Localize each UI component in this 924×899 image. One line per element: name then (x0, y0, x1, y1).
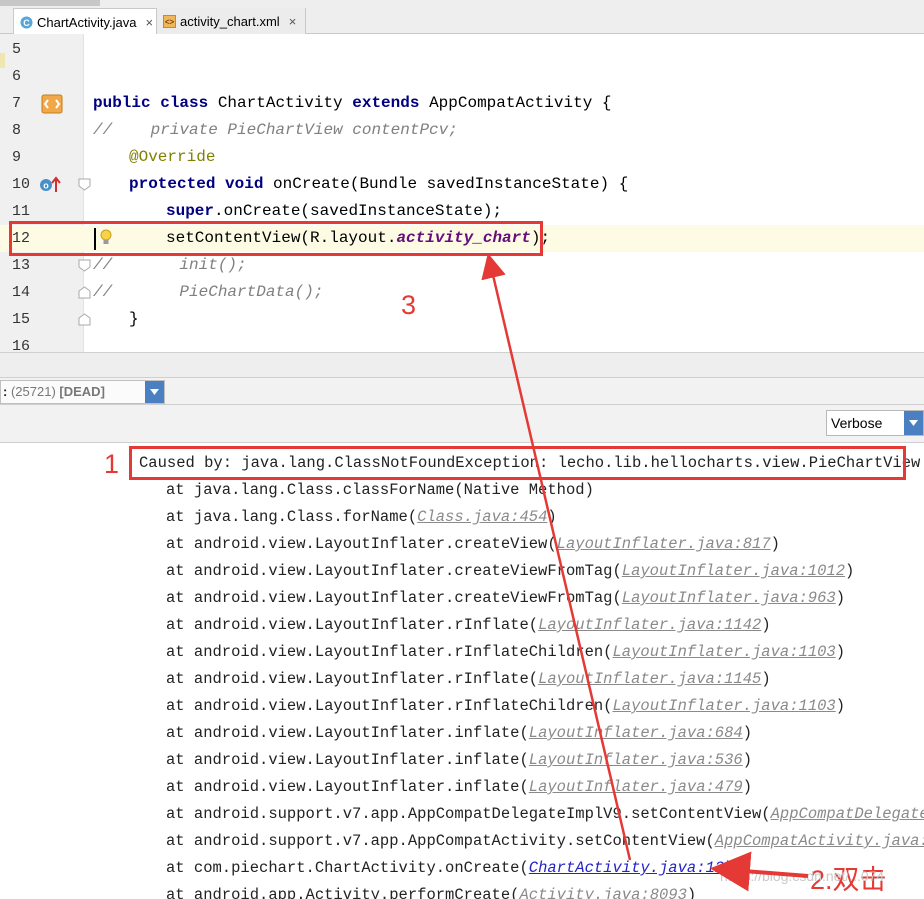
stack-frame: at android.view.LayoutInflater.rInflateC… (166, 643, 846, 661)
highlight-box-exception (129, 446, 906, 480)
stack-frame: at android.support.v7.app.AppCompatDeleg… (166, 801, 924, 828)
source-link[interactable]: LayoutInflater.java:963 (622, 589, 836, 607)
stack-frame: at android.app.Activity.performCreate(Ac… (166, 882, 696, 899)
highlight-box-code-line (9, 221, 543, 256)
tab-label: activity_chart.xml (180, 13, 280, 29)
logcat-process-bar: : (25721) [DEAD] (0, 377, 924, 405)
stack-frame: at android.view.LayoutInflater.inflate(L… (166, 778, 753, 796)
source-link[interactable]: LayoutInflater.java:1142 (538, 616, 761, 634)
source-link[interactable]: AppCompatActivity.java:14 (715, 832, 924, 850)
source-link[interactable]: Activity.java:8093 (519, 886, 686, 899)
stack-frame: at android.view.LayoutInflater.createVie… (166, 562, 855, 580)
code-comment: // PieChartData(); (93, 283, 324, 301)
code-line[interactable]: 16 (0, 333, 924, 352)
tab-chartactivity-java[interactable]: C ChartActivity.java × (13, 8, 157, 35)
stack-frame: at android.support.v7.app.AppCompatActiv… (166, 828, 924, 855)
logcat-filter-bar: Verbose (0, 405, 924, 443)
code-text: protected void onCreate(Bundle savedInst… (129, 175, 629, 193)
code-line[interactable]: 15 } (0, 306, 924, 333)
code-text: public class ChartActivity extends AppCo… (93, 94, 612, 112)
code-annotation: @Override (129, 148, 216, 166)
code-line[interactable]: 14 // PieChartData(); (0, 279, 924, 306)
stack-frame: at android.view.LayoutInflater.rInflate(… (166, 670, 771, 688)
source-link[interactable]: Class.java:454 (417, 508, 547, 526)
stack-frame: at java.lang.Class.classForName(Native M… (166, 481, 594, 499)
line-number: 16 (12, 338, 31, 352)
line-number: 6 (12, 68, 22, 85)
tab-label: ChartActivity.java (37, 14, 137, 30)
annotation-number-one: 1 (104, 449, 120, 479)
process-select[interactable]: : (25721) [DEAD] (0, 380, 165, 404)
stack-frame: at android.view.LayoutInflater.rInflate(… (166, 616, 771, 634)
source-link[interactable]: LayoutInflater.java:1103 (612, 697, 835, 715)
close-icon[interactable]: × (145, 15, 153, 30)
stack-frame: at android.view.LayoutInflater.inflate(L… (166, 751, 753, 769)
watermark: https://blog.csdn.net/...074 (720, 868, 885, 884)
fold-icon[interactable] (78, 259, 91, 272)
source-link[interactable]: LayoutInflater.java:536 (529, 751, 743, 769)
code-comment: // init(); (93, 256, 247, 274)
line-number: 7 (12, 95, 22, 112)
panel-divider[interactable] (0, 352, 924, 377)
source-link[interactable]: LayoutInflater.java:1012 (622, 562, 845, 580)
xml-layout-icon: <> (163, 14, 176, 28)
fold-icon[interactable] (78, 178, 91, 191)
stack-frame: at android.view.LayoutInflater.rInflateC… (166, 697, 846, 715)
window-top-strip (0, 0, 100, 6)
line-number: 9 (12, 149, 22, 166)
editor-tab-bar: C ChartActivity.java × <> activity_chart… (0, 0, 924, 35)
line-number: 13 (12, 257, 31, 274)
log-level-value: Verbose (831, 415, 883, 431)
source-link[interactable]: AppCompatDelegateIm (771, 805, 924, 823)
source-link[interactable]: LayoutInflater.java:1145 (538, 670, 761, 688)
code-line[interactable]: 7 public class ChartActivity extends App… (0, 90, 924, 117)
stack-frame: at android.view.LayoutInflater.inflate(L… (166, 724, 753, 742)
line-number: 14 (12, 284, 31, 301)
source-link[interactable]: LayoutInflater.java:684 (529, 724, 743, 742)
svg-text:C: C (23, 17, 30, 27)
source-link[interactable]: LayoutInflater.java:479 (529, 778, 743, 796)
code-line[interactable]: 9 @Override (0, 144, 924, 171)
chevron-down-icon[interactable] (145, 381, 164, 403)
stack-frame: at android.view.LayoutInflater.createVie… (166, 535, 780, 553)
tab-activity-chart-xml[interactable]: <> activity_chart.xml × (157, 8, 306, 34)
source-link[interactable]: LayoutInflater.java:817 (557, 535, 771, 553)
line-number: 15 (12, 311, 31, 328)
svg-text:o: o (43, 181, 49, 191)
stack-frame: at java.lang.Class.forName(Class.java:45… (166, 508, 557, 526)
code-comment: // private PieChartView contentPcv; (93, 121, 458, 139)
line-number: 5 (12, 41, 22, 58)
stack-frame: at android.view.LayoutInflater.createVie… (166, 589, 846, 607)
close-icon[interactable]: × (289, 14, 297, 29)
line-number: 10 (12, 176, 31, 193)
process-state: [DEAD] (59, 384, 105, 399)
source-link[interactable]: LayoutInflater.java:1103 (612, 643, 835, 661)
code-line[interactable]: 8 // private PieChartView contentPcv; (0, 117, 924, 144)
chevron-down-icon[interactable] (904, 411, 923, 435)
logcat-output[interactable]: Caused by: java.lang.ClassNotFoundExcept… (0, 443, 924, 899)
fold-icon[interactable] (78, 313, 91, 326)
code-text: } (129, 310, 139, 328)
code-line[interactable]: 13 // init(); (0, 252, 924, 279)
layout-file-icon[interactable] (41, 94, 63, 119)
svg-text:<>: <> (165, 17, 175, 26)
code-editor[interactable]: 5 6 7 public class ChartActivity extends… (0, 34, 924, 352)
line-number: 8 (12, 122, 22, 139)
code-line[interactable]: 5 (0, 36, 924, 63)
code-line[interactable]: 6 (0, 63, 924, 90)
override-method-icon[interactable]: o (39, 176, 63, 199)
java-class-icon: C (20, 16, 33, 29)
process-pid: (25721) (10, 384, 56, 399)
annotation-number-three: 3 (401, 290, 417, 320)
fold-icon[interactable] (78, 286, 91, 299)
code-line[interactable]: 10 o protected void onCreate(Bundle save… (0, 171, 924, 198)
log-level-select[interactable]: Verbose (826, 410, 924, 436)
